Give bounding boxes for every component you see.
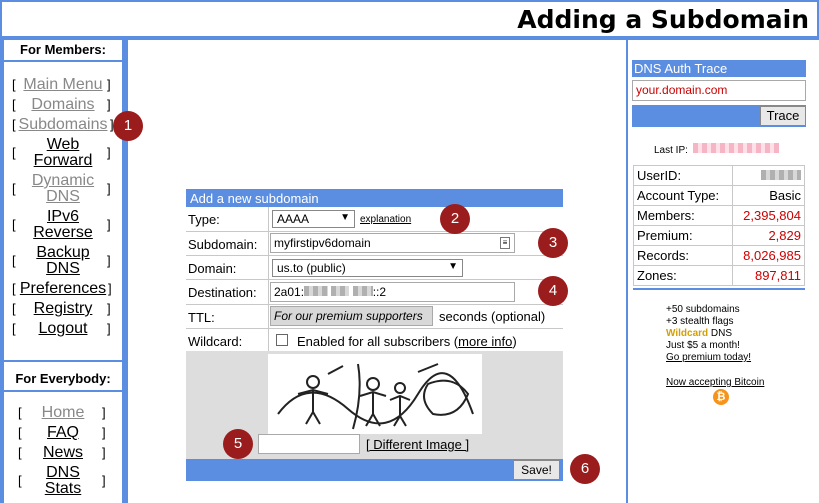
divider bbox=[633, 288, 805, 290]
domain-select[interactable]: us.to (public) ▼ bbox=[272, 259, 463, 277]
chevron-down-icon: ▼ bbox=[448, 261, 458, 272]
captcha-input[interactable] bbox=[258, 434, 360, 454]
wildcard-checkbox[interactable] bbox=[276, 334, 288, 346]
form-footer bbox=[186, 459, 563, 481]
stats-row: UserID: bbox=[633, 165, 806, 186]
stat-value: 897,811 bbox=[731, 265, 806, 286]
divider bbox=[4, 360, 122, 362]
chevron-down-icon: ▼ bbox=[340, 212, 350, 223]
stat-value: 8,026,985 bbox=[731, 245, 806, 266]
ttl-suffix: seconds (optional) bbox=[439, 309, 546, 324]
promo-wildcard: Wildcard DNS bbox=[666, 328, 733, 339]
everybody-heading: For Everybody: bbox=[15, 371, 111, 386]
type-select[interactable]: AAAA ▼ bbox=[272, 210, 355, 228]
stat-value bbox=[731, 165, 806, 186]
explanation-link[interactable]: explanation bbox=[360, 214, 411, 225]
marker-5: 5 bbox=[223, 429, 253, 459]
stats-table: UserID: Account Type: Basic Members: 2,395… bbox=[633, 165, 806, 286]
destination-input[interactable]: 2a01: ::2 bbox=[270, 282, 515, 302]
marker-3: 3 bbox=[538, 228, 568, 258]
wildcard-text: Enabled for all subscribers (more info) bbox=[297, 334, 517, 349]
stat-label: UserID: bbox=[633, 165, 733, 186]
dns-trace-heading: DNS Auth Trace bbox=[632, 60, 806, 77]
destination-label: Destination: bbox=[188, 285, 257, 300]
more-info-link[interactable]: more info bbox=[458, 334, 512, 349]
divider bbox=[186, 328, 563, 329]
promo-line: Just $5 a month! bbox=[666, 340, 740, 351]
form-header: Add a new subdomain bbox=[186, 189, 563, 207]
bitcoin-link[interactable]: Now accepting Bitcoin bbox=[666, 377, 764, 388]
stat-value: Basic bbox=[731, 185, 806, 206]
marker-4: 4 bbox=[538, 276, 568, 306]
members-heading: For Members: bbox=[20, 42, 106, 57]
subdomain-label: Subdomain: bbox=[188, 237, 258, 252]
stat-value: 2,395,804 bbox=[731, 205, 806, 226]
trace-input[interactable]: your.domain.com bbox=[632, 80, 806, 101]
go-premium-link[interactable]: Go premium today! bbox=[666, 352, 751, 363]
stats-row: Zones: 897,811 bbox=[633, 265, 806, 286]
type-label: Type: bbox=[188, 212, 220, 227]
ttl-label: TTL: bbox=[188, 310, 215, 325]
stats-row: Premium: 2,829 bbox=[633, 225, 806, 246]
ttl-input: For our premium supporters bbox=[270, 306, 433, 326]
divider bbox=[4, 60, 122, 62]
divider bbox=[186, 279, 563, 280]
subdomain-input[interactable]: myfirstipv6domain ≡ bbox=[270, 233, 515, 253]
stat-label: Zones: bbox=[633, 265, 733, 286]
stat-label: Premium: bbox=[633, 225, 733, 246]
page-title: Adding a Subdomain bbox=[517, 5, 809, 34]
left-sidebar: For Members: [Main Menu] [Domains] [Subd… bbox=[4, 40, 122, 503]
stat-label: Records: bbox=[633, 245, 733, 266]
captcha-graphic bbox=[277, 363, 474, 430]
marker-6: 6 bbox=[570, 454, 600, 484]
trace-button[interactable]: Trace bbox=[760, 106, 806, 126]
divider bbox=[186, 231, 563, 232]
title-bar: Adding a Subdomain bbox=[0, 0, 819, 38]
wildcard-label: Wildcard: bbox=[188, 334, 243, 349]
captcha-image bbox=[268, 354, 482, 434]
promo-line: +3 stealth flags bbox=[666, 316, 734, 327]
stat-label: Account Type: bbox=[633, 185, 733, 206]
bitcoin-icon: ₿ bbox=[713, 389, 729, 405]
autofill-icon[interactable]: ≡ bbox=[500, 237, 510, 249]
stat-label: Members: bbox=[633, 205, 733, 226]
stats-row: Account Type: Basic bbox=[633, 185, 806, 206]
last-ip: Last IP: bbox=[654, 143, 780, 156]
domain-label: Domain: bbox=[188, 261, 237, 276]
save-button[interactable]: Save! bbox=[513, 460, 560, 480]
different-image-link[interactable]: [ Different Image ] bbox=[366, 437, 469, 452]
divider bbox=[186, 304, 563, 305]
divider bbox=[4, 390, 122, 392]
marker-1: 1 bbox=[113, 111, 143, 141]
stats-row: Members: 2,395,804 bbox=[633, 205, 806, 226]
stat-value: 2,829 bbox=[731, 225, 806, 246]
marker-2: 2 bbox=[440, 204, 470, 234]
stats-row: Records: 8,026,985 bbox=[633, 245, 806, 266]
divider bbox=[186, 255, 563, 256]
promo-line: +50 subdomains bbox=[666, 304, 740, 315]
